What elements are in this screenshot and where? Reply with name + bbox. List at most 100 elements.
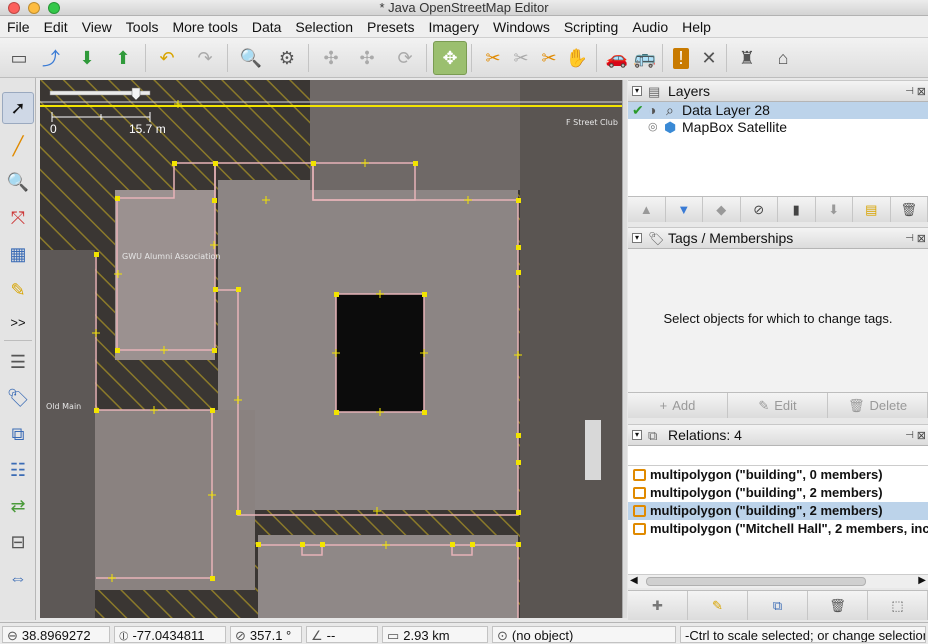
scroll-thumb[interactable] <box>646 577 866 586</box>
layers-toggle-icon[interactable]: ☰ <box>2 346 34 378</box>
node <box>516 542 521 547</box>
relations-hscrollbar[interactable]: ◀ ▶ <box>628 574 928 588</box>
combine-way-icon[interactable]: ✣ <box>350 41 384 75</box>
menu-tools[interactable]: Tools <box>119 16 166 38</box>
eye-icon[interactable]: ◎ <box>648 119 658 136</box>
new-relation-icon[interactable]: ✚ <box>628 591 688 620</box>
merge-icon[interactable]: ⬇ <box>816 197 853 222</box>
delete-tag-button[interactable]: 🗑 Delete <box>828 393 928 418</box>
layer-row-data[interactable]: ✔ ◑ ⌕ Data Layer 28 <box>628 102 928 119</box>
tags-panel-header[interactable]: ▾ 🏷 Tags / Memberships ⊣ ⊠ <box>628 227 928 249</box>
split-way-icon[interactable]: ✣ <box>314 41 348 75</box>
layers-panel-header[interactable]: ▾ ▤ Layers ⊣ ⊠ <box>628 80 928 102</box>
settings-icon[interactable]: ⚙ <box>270 41 304 75</box>
menu-file[interactable]: File <box>0 16 37 38</box>
add-tag-button[interactable]: + Add <box>628 393 728 418</box>
edit-relation-icon[interactable]: ✎ <box>688 591 748 620</box>
collapse-icon[interactable]: ▾ <box>632 86 642 96</box>
relations-button-row: ✚ ✎ ⧉ 🗑 ⬚ <box>628 590 928 620</box>
map-view[interactable]: 0 15.7 m GWU Alumni Association Old Main… <box>40 80 622 618</box>
minimize-window-button[interactable] <box>28 2 40 14</box>
selection-list-icon[interactable]: ☷ <box>2 454 34 486</box>
zoom-window-button[interactable] <box>48 2 60 14</box>
visible-check-icon[interactable]: ✔ <box>632 102 644 119</box>
map-divider[interactable] <box>622 80 627 618</box>
menu-windows[interactable]: Windows <box>486 16 557 38</box>
history-icon[interactable]: ⊟ <box>2 526 34 558</box>
pin-icon[interactable]: ⊣ <box>905 86 914 97</box>
relations-panel-header[interactable]: ▾ ⧉ Relations: 4 ⊣ ⊠ <box>628 424 928 446</box>
close-icon[interactable]: ⊠ <box>917 429 926 442</box>
pencil-tool-icon[interactable]: ✎ <box>2 274 34 306</box>
new-layer-icon[interactable]: ▭ <box>2 41 36 75</box>
factory-icon[interactable]: ⌂ <box>766 41 800 75</box>
preferences-icon[interactable]: 🔍 <box>234 41 268 75</box>
delete-layer-icon[interactable]: 🗑 <box>891 197 928 222</box>
collapse-icon[interactable]: ▾ <box>632 430 642 440</box>
relations-filter-field[interactable] <box>628 446 928 466</box>
menu-more-tools[interactable]: More tools <box>165 16 244 38</box>
node <box>236 287 241 292</box>
building-tool-icon[interactable]: ▦ <box>2 238 34 270</box>
zoom-tool-icon[interactable]: 🔍 <box>2 166 34 198</box>
move-node-icon[interactable]: ✥ <box>433 41 467 75</box>
delete-x-icon[interactable]: ✕ <box>692 41 726 75</box>
duplicate-icon[interactable]: ▤ <box>853 197 891 222</box>
object-field: ⊙ (no object) <box>492 626 676 643</box>
menu-presets[interactable]: Presets <box>360 16 421 38</box>
relation-row[interactable]: multipolygon ("building", 2 members) <box>628 484 928 502</box>
menu-selection[interactable]: Selection <box>288 16 360 38</box>
download-icon[interactable]: ⬇ <box>70 41 104 75</box>
eye-icon[interactable]: ◑ <box>648 102 656 119</box>
undo-icon[interactable]: ↶ <box>150 41 184 75</box>
menu-data[interactable]: Data <box>245 16 289 38</box>
opacity-icon[interactable]: ▮ <box>778 197 816 222</box>
reverse-way-icon[interactable]: ⟳ <box>388 41 422 75</box>
delete-tool-icon[interactable]: ⤧ <box>2 202 34 234</box>
conflict-icon[interactable]: ⇄ <box>2 490 34 522</box>
select-tool-icon[interactable]: ➚ <box>2 92 34 124</box>
layer-row-imagery[interactable]: ◎ ⬢ MapBox Satellite <box>628 119 928 136</box>
node <box>516 460 521 465</box>
zoom-fit-icon[interactable]: ⇔ <box>2 562 34 594</box>
duplicate-relation-icon[interactable]: ⧉ <box>748 591 808 620</box>
pin-icon[interactable]: ⊣ <box>905 233 914 244</box>
scroll-left-icon[interactable]: ◀ <box>630 575 638 586</box>
pan-hand-icon[interactable]: ✋ <box>560 41 594 75</box>
relation-icon <box>633 469 646 481</box>
redo-icon[interactable]: ↷ <box>188 41 222 75</box>
collapse-icon[interactable]: ▾ <box>632 233 642 243</box>
tags-toggle-icon[interactable]: 🏷 <box>2 382 34 414</box>
menu-imagery[interactable]: Imagery <box>421 16 486 38</box>
node <box>470 542 475 547</box>
open-file-icon[interactable]: ⤴ <box>34 41 68 75</box>
upload-icon[interactable]: ⬆ <box>106 41 140 75</box>
move-down-icon[interactable]: ▼ <box>666 197 703 222</box>
menu-edit[interactable]: Edit <box>37 16 75 38</box>
bus-icon[interactable]: 🚌 <box>628 41 662 75</box>
map-canvas[interactable] <box>40 80 622 618</box>
castle-icon[interactable]: ♜ <box>730 41 764 75</box>
draw-tool-icon[interactable]: ╱ <box>2 130 34 162</box>
move-up-icon[interactable]: ▲ <box>628 197 666 222</box>
edit-tag-button[interactable]: ✎ Edit <box>728 393 828 418</box>
close-icon[interactable]: ⊠ <box>917 85 926 98</box>
relation-row[interactable]: multipolygon ("building", 0 members) <box>628 466 928 484</box>
menu-view[interactable]: View <box>75 16 119 38</box>
menu-scripting[interactable]: Scripting <box>557 16 625 38</box>
menu-audio[interactable]: Audio <box>625 16 675 38</box>
pin-icon[interactable]: ⊣ <box>905 430 914 441</box>
menu-help[interactable]: Help <box>675 16 718 38</box>
show-hide-icon[interactable]: ⊘ <box>741 197 778 222</box>
select-relation-icon[interactable]: ⬚ <box>868 591 928 620</box>
close-icon[interactable]: ⊠ <box>917 232 926 245</box>
delete-relation-icon[interactable]: 🗑 <box>808 591 868 620</box>
activate-icon[interactable]: ◆ <box>703 197 741 222</box>
scroll-right-icon[interactable]: ▶ <box>918 575 926 586</box>
close-window-button[interactable] <box>8 2 20 14</box>
node <box>516 198 521 203</box>
relation-row-selected[interactable]: multipolygon ("building", 2 members) <box>628 502 928 520</box>
more-tools-icon[interactable]: >> <box>2 306 34 338</box>
relation-row[interactable]: multipolygon ("Mitchell Hall", 2 members… <box>628 520 928 538</box>
relations-toggle-icon[interactable]: ⧉ <box>2 418 34 450</box>
